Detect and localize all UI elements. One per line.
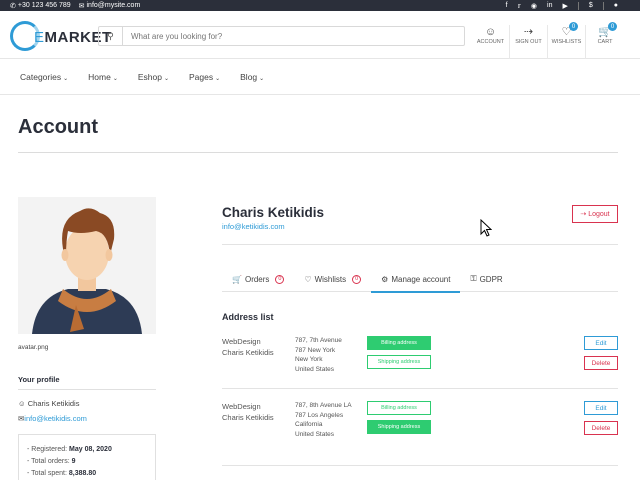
address-list-title: Address list [222,312,274,322]
tab-wishlists[interactable]: ♡ Wishlists 0 [294,266,371,292]
stat-registered: - Registered: May 08, 2020 [27,446,112,453]
delete-address-button[interactable]: Delete [584,421,618,435]
address-owner: WebDesign Charis Ketikidis [222,337,274,357]
social-links: f 𝕣 ◉ in ▶ $ ● [506,0,618,11]
facebook-icon[interactable]: f [506,2,508,9]
chevron-down-icon: ⌄ [259,76,265,82]
edit-address-button[interactable]: Edit [584,401,618,415]
shipping-address-tag[interactable]: Shipping address [367,420,431,434]
stat-total-spent: - Total spent: 8,388.80 [27,470,97,477]
stat-total-orders: - Total orders: 9 [27,458,76,465]
email-contact[interactable]: ✉ info@mysite.com [79,2,141,10]
instagram-icon[interactable]: ◉ [531,2,537,10]
chevron-down-icon: ⌄ [112,76,118,82]
profile-heading: Your profile [18,375,156,390]
top-bar: ✆ +30 123 456 789 ✉ info@mysite.com f 𝕣 … [0,0,640,11]
twitter-icon[interactable]: 𝕣 [518,2,521,10]
phone-contact[interactable]: ✆ +30 123 456 789 [10,2,71,10]
wishlist-count-badge: 0 [569,22,578,31]
main-nav: Categories ⌄ Home ⌄ Eshop ⌄ Pages ⌄ Blog ⌄ [0,60,640,95]
currency-selector[interactable]: $ [589,2,593,9]
mouse-cursor-icon [480,219,492,237]
divider [222,465,618,466]
chevron-down-icon: ⌄ [163,76,169,82]
contact-info: ✆ +30 123 456 789 ✉ info@mysite.com [10,2,140,10]
tab-gdpr[interactable]: ⚿ GDPR [460,266,512,292]
shipping-address-tag[interactable]: Shipping address [367,355,431,369]
phone-number: +30 123 456 789 [17,2,71,9]
orders-count-badge: 0 [275,274,285,284]
account-tabs: 🛒 Orders 0 ♡ Wishlists 0 ⚙ Manage accoun… [222,266,618,293]
nav-item-eshop[interactable]: Eshop ⌄ [138,72,169,82]
nav-item-home[interactable]: Home ⌄ [88,72,118,82]
site-header: EMARKET ⚲ ☺ ACCOUNT ⇢ SIGN OUT ♡ 0 WISHL… [0,11,640,59]
cart-icon: 🛒 [232,274,242,284]
avatar [18,197,156,334]
tab-orders[interactable]: 🛒 Orders 0 [222,266,294,292]
linkedin-icon[interactable]: in [547,2,552,9]
cart-button[interactable]: 🛒 0 CART [586,22,624,59]
logout-icon: ⇢ [580,211,587,218]
search-icon[interactable]: ⚲ [99,27,123,45]
phone-icon: ✆ [10,2,16,10]
divider [577,1,579,10]
globe-icon[interactable]: ● [614,2,618,9]
address-item: WebDesign Charis Ketikidis 787, 7th Aven… [222,336,618,380]
contact-email: info@mysite.com [86,2,141,9]
nav-item-pages[interactable]: Pages ⌄ [189,72,220,82]
sign-out-icon: ⇢ [523,26,534,38]
address-lines: 787, 8th Avenue LA 787 Los Angeles Calif… [295,402,352,438]
lock-icon: ⚿ [470,274,477,283]
divider [602,1,604,10]
avatar-illustration [18,197,156,334]
heart-icon: ♡ [304,274,312,284]
divider [222,244,618,245]
envelope-icon: ✉ [78,2,85,10]
billing-address-tag[interactable]: Billing address [367,401,431,415]
account-email[interactable]: info@ketikidis.com [222,222,285,231]
wishlists-count-badge: 0 [352,274,362,284]
billing-address-tag[interactable]: Billing address [367,336,431,350]
search-input[interactable] [123,31,453,41]
user-icon: ☺ [484,26,497,38]
nav-item-categories[interactable]: Categories ⌄ [20,72,68,82]
avatar-filename: avatar.png [18,344,49,351]
gear-icon: ⚙ [381,274,389,284]
search-bar: ⚲ [98,26,465,46]
user-icon: ☺ [18,399,26,408]
edit-address-button[interactable]: Edit [584,336,618,350]
profile-stats: - Registered: May 08, 2020 - Total order… [18,434,156,480]
account-button[interactable]: ☺ ACCOUNT [472,25,510,59]
divider [222,388,618,389]
wishlists-button[interactable]: ♡ 0 WISHLISTS [548,22,586,59]
profile-name: ☺ Charis Ketikidis [18,399,80,408]
address-lines: 787, 7th Avenue 787 New York New York Un… [295,337,342,373]
tab-manage-account[interactable]: ⚙ Manage account [371,266,461,293]
delete-address-button[interactable]: Delete [584,356,618,370]
address-item: WebDesign Charis Ketikidis 787, 8th Aven… [222,401,618,445]
chevron-down-icon: ⌄ [63,76,69,82]
cart-count-badge: 0 [608,22,617,31]
account-name: Charis Ketikidis [222,205,325,220]
divider [18,152,618,153]
chevron-down-icon: ⌄ [215,76,221,82]
header-actions: ☺ ACCOUNT ⇢ SIGN OUT ♡ 0 WISHLISTS 🛒 0 C… [472,22,624,59]
sign-out-button[interactable]: ⇢ SIGN OUT [510,25,548,59]
page-title: Account [18,116,98,138]
site-logo[interactable]: EMARKET [10,21,111,51]
address-owner: WebDesign Charis Ketikidis [222,402,274,422]
youtube-icon[interactable]: ▶ [562,2,567,10]
logout-button[interactable]: ⇢ Logout [572,205,618,223]
nav-item-blog[interactable]: Blog ⌄ [240,72,264,82]
profile-email[interactable]: ✉info@ketikidis.com [18,414,87,423]
